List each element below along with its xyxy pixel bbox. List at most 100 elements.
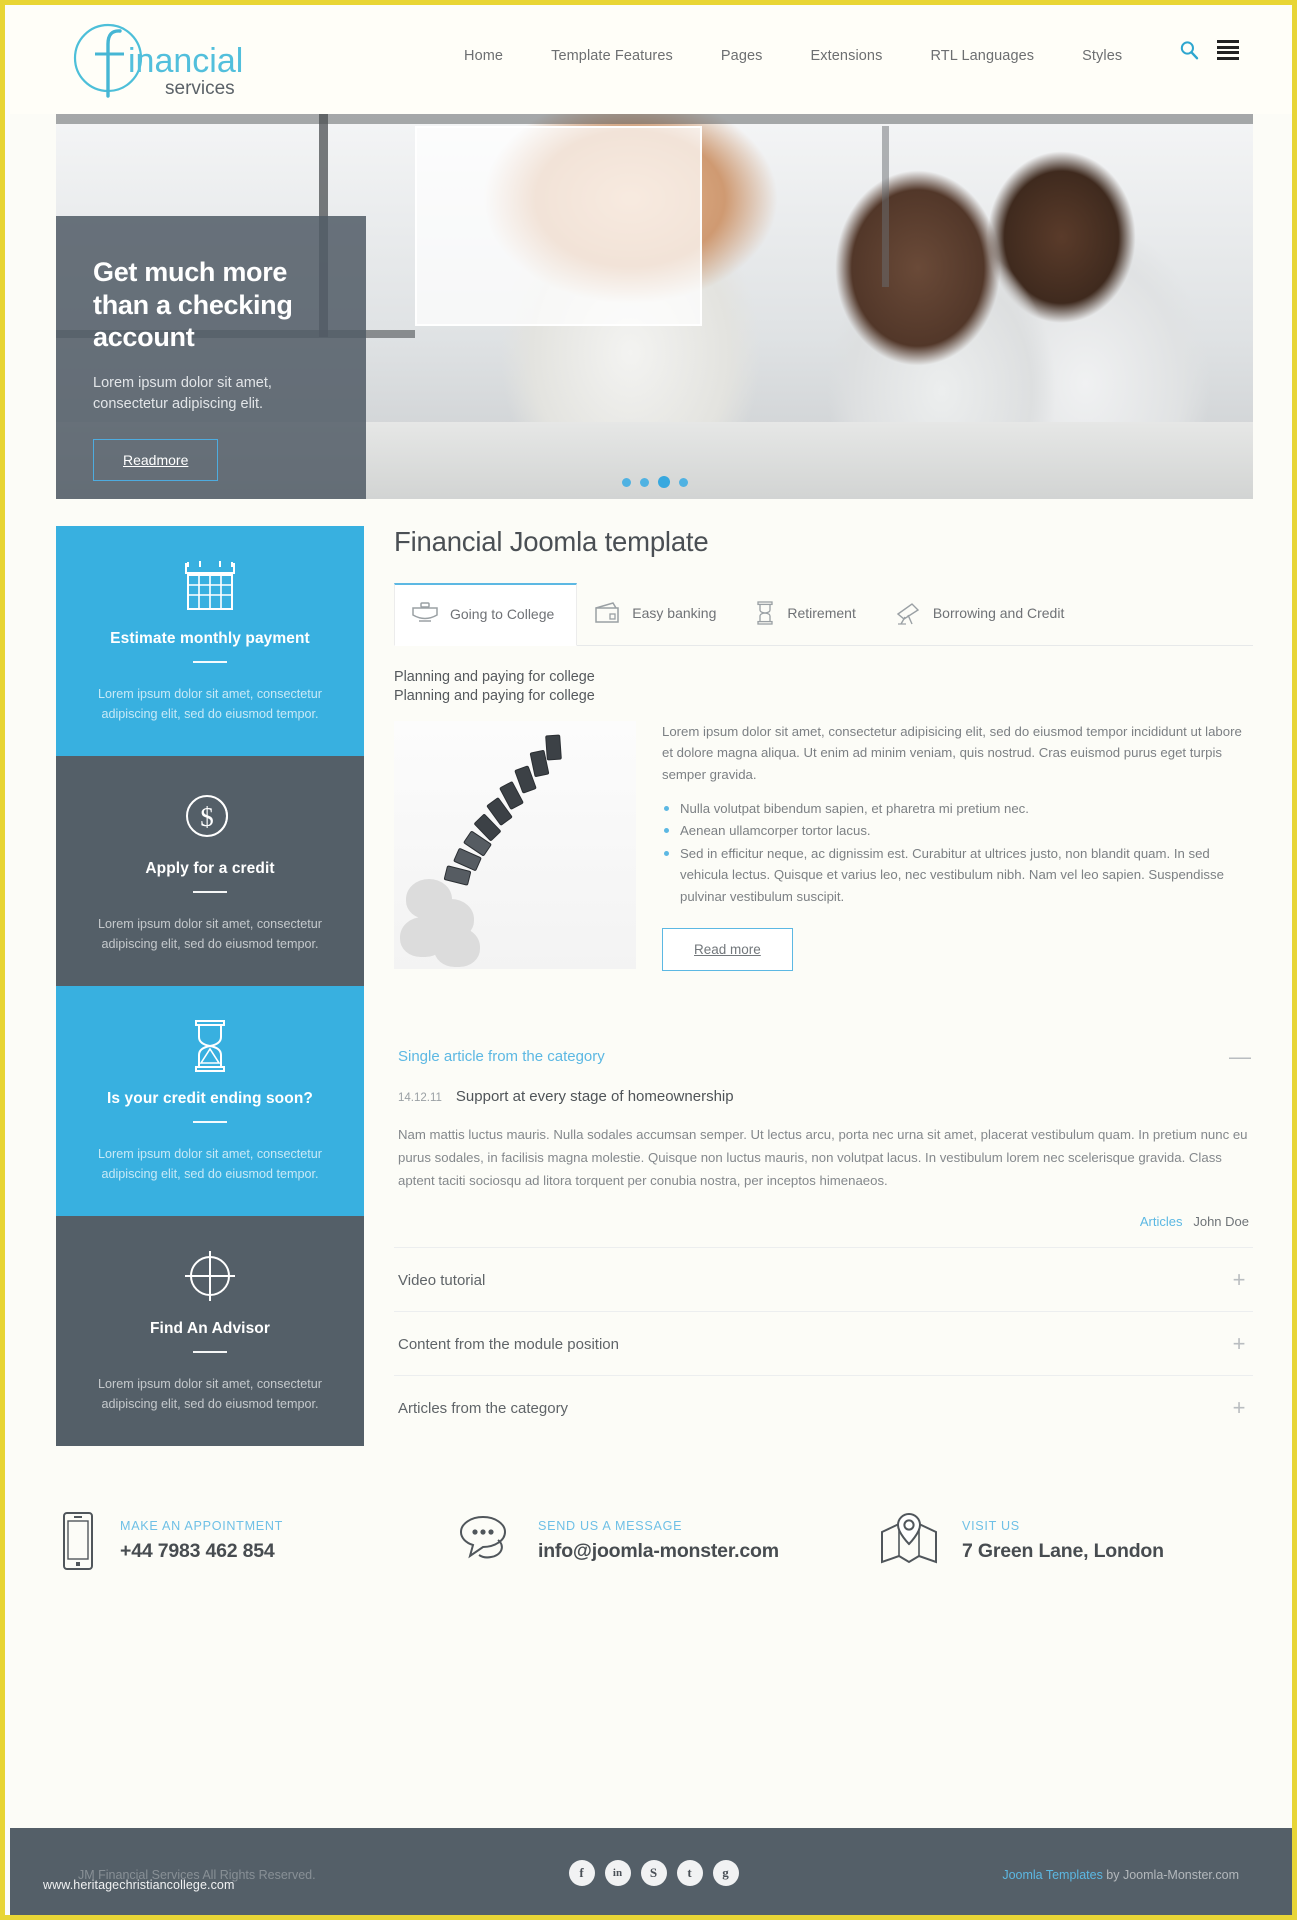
accordion-body: 14.12.11 Support at every stage of homeo…	[394, 1088, 1253, 1247]
list-item: Aenean ullamcorper tortor lacus.	[662, 820, 1253, 841]
hero-slider: Get much more than a checking account Lo…	[56, 114, 1253, 499]
nav-item-extensions[interactable]: Extensions	[787, 44, 907, 68]
search-icon-glyph	[1180, 41, 1199, 60]
contact-label: SEND US A MESSAGE	[538, 1519, 683, 1534]
hero-window-frame	[881, 125, 889, 288]
wallet-icon	[595, 602, 620, 623]
article-date: 14.12.11	[398, 1091, 442, 1104]
accordion-header[interactable]: Articles from the category +	[394, 1376, 1253, 1439]
contact-message[interactable]: SEND US A MESSAGE info@joomla-monster.co…	[456, 1510, 876, 1572]
hero-whiteboard	[415, 125, 703, 326]
hero-window-frame	[56, 114, 1253, 124]
sidebar-item-title: Find An Advisor	[149, 1320, 271, 1338]
tab-going-to-college[interactable]: Going to College	[394, 583, 578, 646]
tab-label: Borrowing and Credit	[932, 605, 1065, 621]
falling-dominoes-image	[394, 720, 636, 969]
svg-text:inancial: inancial	[128, 42, 243, 80]
page-frame: inancial services Home Template Features…	[0, 0, 1297, 1920]
contact-value[interactable]: info@joomla-monster.com	[538, 1540, 779, 1563]
hamburger-menu-icon[interactable]	[1217, 40, 1239, 60]
sidebar-item-apply-for-a-credit[interactable]: $ Apply for a credit Lorem ipsum dolor s…	[56, 756, 364, 987]
slider-dot-4[interactable]	[678, 477, 688, 487]
contact-value[interactable]: 7 Green Lane, London	[962, 1540, 1164, 1563]
speech-bubbles-icon	[459, 1516, 507, 1559]
hamburger-bar	[1217, 51, 1239, 55]
tab-label: Easy banking	[632, 605, 717, 621]
accordion-item-single-article: Single article from the category — 14.12…	[394, 1025, 1253, 1247]
hero-slider-dots[interactable]	[621, 476, 688, 488]
tab-retirement[interactable]: Retirement	[738, 583, 877, 645]
plus-icon[interactable]: +	[1229, 1397, 1249, 1419]
nav-item-styles[interactable]: Styles	[1058, 44, 1146, 68]
briefcase-icon	[412, 602, 438, 622]
social-links[interactable]: f in S t g	[568, 1860, 739, 1886]
slider-dot-1[interactable]	[621, 477, 631, 487]
article-row: Lorem ipsum dolor sit amet, consectetur …	[394, 720, 1253, 971]
hamburger-bar	[1217, 40, 1239, 43]
accordion: Single article from the category — 14.12…	[394, 1025, 1253, 1439]
accordion-header[interactable]: Content from the module position +	[394, 1312, 1253, 1375]
divider	[193, 1121, 227, 1124]
footer-credit: Joomla Templates by Joomla-Monster.com	[1002, 1868, 1239, 1882]
nav-item-home[interactable]: Home	[440, 44, 527, 68]
watermark-text: www.heritagechristiancollege.com	[43, 1878, 235, 1892]
google-plus-icon[interactable]: g	[712, 1860, 739, 1886]
content-wrapper: Estimate monthly payment Lorem ipsum dol…	[56, 526, 1253, 1447]
sidebar-item-title: Is your credit ending soon?	[107, 1090, 313, 1108]
main-navigation[interactable]: Home Template Features Pages Extensions …	[440, 44, 1146, 68]
tab-label: Going to College	[450, 606, 555, 622]
sidebar-item-text: Lorem ipsum dolor sit amet, consectetur …	[98, 1147, 322, 1181]
slider-dot-2[interactable]	[639, 477, 649, 487]
tab-easy-banking[interactable]: Easy banking	[577, 583, 738, 645]
divider	[193, 661, 227, 663]
hamburger-bar	[1217, 45, 1239, 49]
contact-strip: MAKE AN APPOINTMENT +44 7983 462 854 SEN…	[56, 1510, 1253, 1618]
read-more-button[interactable]: Read more	[662, 927, 793, 971]
sidebar-item-is-your-credit-ending-soon[interactable]: Is your credit ending soon? Lorem ipsum …	[56, 986, 364, 1217]
contact-value[interactable]: +44 7983 462 854	[120, 1540, 283, 1563]
twitter-icon[interactable]: t	[676, 1860, 703, 1886]
plus-icon[interactable]: +	[1229, 1333, 1249, 1355]
contact-label: VISIT US	[962, 1519, 1020, 1534]
sidebar-item-title: Estimate monthly payment	[110, 630, 310, 647]
plus-icon[interactable]: +	[1229, 1269, 1249, 1291]
accordion-title: Video tutorial	[398, 1271, 486, 1289]
nav-item-rtl-languages[interactable]: RTL Languages	[906, 44, 1058, 68]
hero-readmore-button[interactable]: Readmore	[93, 439, 219, 482]
hourglass-icon-glyph	[195, 1020, 225, 1073]
page-title: Financial Joomla template	[394, 526, 709, 557]
minus-icon[interactable]: —	[1229, 1045, 1251, 1068]
calendar-icon	[82, 556, 338, 616]
tab-borrowing-and-credit[interactable]: Borrowing and Credit	[878, 583, 1087, 645]
accordion-item-articles-from-category: Articles from the category +	[394, 1375, 1253, 1439]
site-header: inancial services Home Template Features…	[10, 10, 1292, 114]
hero-title: Get much more than a checking account	[93, 257, 293, 353]
sidebar-item-estimate-monthly-payment[interactable]: Estimate monthly payment Lorem ipsum dol…	[56, 526, 364, 757]
contact-appointment[interactable]: MAKE AN APPOINTMENT +44 7983 462 854	[56, 1510, 456, 1572]
calendar-icon-glyph	[185, 561, 235, 610]
article-title[interactable]: Support at every stage of homeownership	[456, 1088, 734, 1105]
svg-text:$: $	[200, 802, 214, 832]
accordion-header[interactable]: Video tutorial +	[394, 1248, 1253, 1311]
facebook-icon[interactable]: f	[568, 1860, 595, 1886]
joomla-templates-link[interactable]: Joomla Templates	[1002, 1868, 1103, 1882]
nav-item-template-features[interactable]: Template Features	[527, 44, 697, 68]
accordion-title: Content from the module position	[398, 1335, 619, 1353]
contact-address[interactable]: VISIT US 7 Green Lane, London	[876, 1510, 1253, 1572]
article-category-link[interactable]: Articles	[1140, 1214, 1183, 1229]
dollar-coin-icon: $	[82, 786, 338, 846]
search-icon[interactable]	[1179, 40, 1199, 60]
accordion-header[interactable]: Single article from the category —	[394, 1025, 1253, 1088]
nav-item-pages[interactable]: Pages	[697, 44, 787, 68]
article-subtitle-1: Planning and paying for college	[394, 669, 595, 685]
slider-dot-3-active[interactable]	[657, 476, 670, 488]
site-logo[interactable]: inancial services	[62, 18, 262, 104]
list-item: Nulla volutpat bibendum sapien, et phare…	[662, 798, 1253, 819]
credit-rest: by Joomla-Monster.com	[1102, 1868, 1239, 1882]
linkedin-icon[interactable]: in	[604, 1860, 631, 1886]
feature-tabs[interactable]: Going to College Easy banking Retirement…	[394, 583, 1253, 646]
skype-icon[interactable]: S	[640, 1860, 667, 1886]
sidebar-item-find-an-advisor[interactable]: Find An Advisor Lorem ipsum dolor sit am…	[56, 1216, 364, 1447]
telescope-icon	[896, 603, 919, 625]
header-icons	[1179, 40, 1239, 60]
